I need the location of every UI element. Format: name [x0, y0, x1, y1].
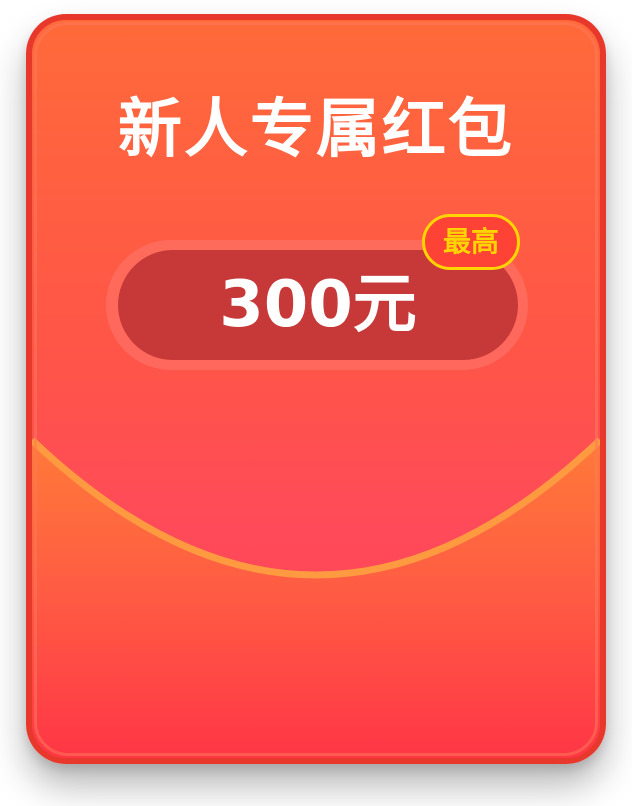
red-packet-card[interactable]: 新人专属红包 300元 最高: [26, 14, 606, 764]
max-badge: 最高: [422, 214, 520, 270]
page: 新人专属红包 300元 最高: [0, 0, 632, 806]
packet-title: 新人专属红包: [118, 93, 514, 167]
